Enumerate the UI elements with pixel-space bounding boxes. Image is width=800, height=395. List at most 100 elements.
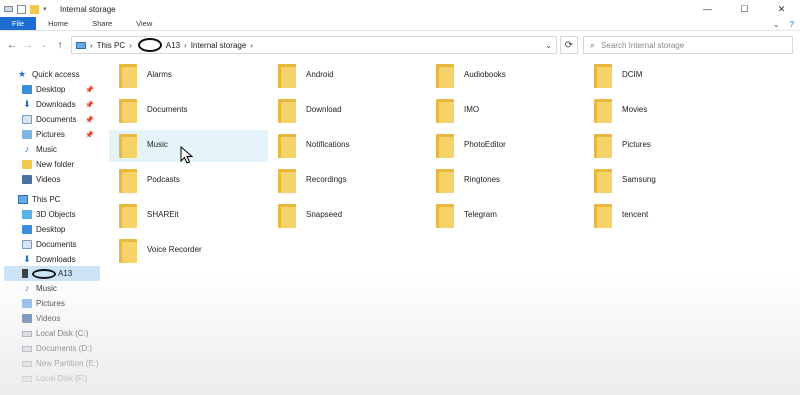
folder-item-photoeditor[interactable]: PhotoEditor: [421, 130, 583, 162]
folder-item-tencent[interactable]: tencent: [579, 200, 741, 232]
3d-objects-icon: [22, 210, 32, 219]
sidebar-item-videos[interactable]: Videos: [22, 172, 100, 187]
sidebar-item-desktop[interactable]: Desktop 📌: [22, 82, 100, 97]
folder-icon: [119, 64, 137, 88]
address-dropdown-icon[interactable]: ⌄: [545, 41, 552, 50]
folder-name: Documents: [147, 105, 188, 114]
sidebar-item-label: New Partition (E:): [36, 359, 99, 368]
drive-icon: [22, 360, 32, 367]
folder-icon: [119, 169, 137, 193]
sidebar-item-label: Videos: [36, 175, 61, 184]
drive-icon[interactable]: [4, 6, 13, 12]
folder-item-alarms[interactable]: Alarms: [104, 60, 266, 92]
sidebar-item-local-disk-c[interactable]: Local Disk (C:): [22, 326, 100, 341]
sidebar-item-documents-d[interactable]: Documents (D:): [22, 341, 100, 356]
folder-name: Ringtones: [464, 175, 501, 184]
folder-item-dcim[interactable]: DCIM: [579, 60, 741, 92]
expand-ribbon-icon[interactable]: ⌄: [773, 20, 780, 29]
sidebar-item-label: Documents: [36, 115, 77, 124]
folder-icon: [436, 169, 454, 193]
sidebar-item-desktop-pc[interactable]: Desktop: [22, 222, 100, 237]
sidebar-item-local-disk-f[interactable]: Local Disk (F:): [22, 371, 100, 386]
tab-file[interactable]: File: [0, 17, 37, 30]
breadcrumb-separator[interactable]: ›: [129, 41, 132, 50]
folder-item-imo[interactable]: IMO: [421, 95, 583, 127]
help-icon[interactable]: ?: [790, 20, 794, 29]
forward-button[interactable]: →: [20, 40, 36, 51]
sidebar-item-label: Documents: [36, 240, 77, 249]
music-icon: ♪: [24, 144, 30, 154]
folder-icon: [278, 134, 296, 158]
folder-item-samsung[interactable]: Samsung: [579, 165, 741, 197]
folder-item-recordings[interactable]: Recordings: [263, 165, 425, 197]
sidebar-item-pictures-pc[interactable]: Pictures: [22, 296, 100, 311]
sidebar-item-3d-objects[interactable]: 3D Objects: [22, 207, 100, 222]
folder-item-shareit[interactable]: SHAREit: [104, 200, 266, 232]
search-input[interactable]: Search Internal storage: [601, 41, 684, 50]
folder-item-ringtones[interactable]: Ringtones: [421, 165, 583, 197]
folder-icon: [594, 134, 612, 158]
folder-name: tencent: [622, 210, 649, 219]
customize-dropdown-icon[interactable]: ▾: [43, 5, 52, 14]
folder-name: Download: [306, 105, 342, 114]
address-bar[interactable]: › This PC › A13 › Internal storage › ⌄: [71, 36, 557, 54]
breadcrumb-separator[interactable]: ›: [250, 41, 253, 50]
refresh-button[interactable]: ⟳: [560, 36, 578, 54]
folder-name: DCIM: [622, 70, 643, 79]
sidebar-item-videos-pc[interactable]: Videos: [22, 311, 100, 326]
pc-icon: [76, 41, 86, 49]
pictures-icon: [22, 130, 32, 139]
back-button[interactable]: ←: [4, 40, 20, 51]
folder-item-voice-recorder[interactable]: Voice Recorder: [104, 235, 266, 267]
up-button[interactable]: ↑: [52, 40, 68, 51]
sidebar-item-downloads-pc[interactable]: ⬇ Downloads: [22, 252, 100, 267]
sidebar-item-label: Local Disk (C:): [36, 329, 89, 338]
tab-view[interactable]: View: [124, 17, 164, 30]
folder-item-download[interactable]: Download: [263, 95, 425, 127]
navigation-pane: ★ Quick access Desktop 📌 ⬇ Downloads 📌 D…: [0, 60, 103, 395]
maximize-button[interactable]: ☐: [726, 0, 763, 18]
sidebar-item-new-partition-e[interactable]: New Partition (E:): [22, 356, 100, 371]
close-button[interactable]: ✕: [763, 0, 800, 18]
sidebar-item-documents[interactable]: Documents 📌: [22, 112, 100, 127]
search-box[interactable]: ⌕ Search Internal storage: [583, 36, 793, 54]
sidebar-item-new-folder[interactable]: New folder: [22, 157, 100, 172]
tab-share[interactable]: Share: [80, 17, 124, 30]
folder-item-documents[interactable]: Documents: [104, 95, 266, 127]
breadcrumb-separator[interactable]: ›: [90, 41, 93, 50]
folder-item-movies[interactable]: Movies: [579, 95, 741, 127]
sidebar-item-music[interactable]: ♪ Music: [22, 142, 100, 157]
folder-icon: [119, 239, 137, 263]
desktop-icon: [22, 225, 32, 234]
sidebar-item-documents-pc[interactable]: Documents: [22, 237, 100, 252]
folder-name: Pictures: [622, 140, 651, 149]
folder-name: Voice Recorder: [147, 245, 202, 254]
sidebar-item-a13[interactable]: A13: [4, 266, 100, 281]
sidebar-item-pictures[interactable]: Pictures 📌: [22, 127, 100, 142]
sidebar-item-label: Documents (D:): [36, 344, 93, 353]
breadcrumb-this-pc[interactable]: This PC: [97, 41, 125, 50]
breadcrumb-internal-storage[interactable]: Internal storage: [191, 41, 247, 50]
sidebar-item-downloads[interactable]: ⬇ Downloads 📌: [22, 97, 100, 112]
new-folder-icon[interactable]: [30, 4, 39, 14]
recent-locations-dropdown[interactable]: ⌄: [36, 41, 52, 49]
folder-item-telegram[interactable]: Telegram: [421, 200, 583, 232]
sidebar-item-label: 3D Objects: [36, 210, 76, 219]
sidebar-item-music-pc[interactable]: ♪ Music: [22, 281, 100, 296]
videos-icon: [22, 175, 32, 184]
tab-home[interactable]: Home: [36, 17, 80, 30]
documents-icon: [22, 240, 32, 249]
properties-icon[interactable]: [17, 4, 26, 14]
folder-item-podcasts[interactable]: Podcasts: [104, 165, 266, 197]
folder-item-android[interactable]: Android: [263, 60, 425, 92]
breadcrumb-a13[interactable]: A13: [166, 41, 180, 50]
breadcrumb-separator[interactable]: ›: [184, 41, 187, 50]
folder-item-notifications[interactable]: Notifications: [263, 130, 425, 162]
sidebar-item-quick-access[interactable]: ★ Quick access: [18, 67, 118, 82]
folder-item-snapseed[interactable]: Snapseed: [263, 200, 425, 232]
star-icon: ★: [18, 69, 27, 79]
minimize-button[interactable]: —: [689, 0, 726, 18]
sidebar-item-this-pc[interactable]: This PC: [18, 192, 100, 207]
folder-item-audiobooks[interactable]: Audiobooks: [421, 60, 583, 92]
folder-item-pictures[interactable]: Pictures: [579, 130, 741, 162]
